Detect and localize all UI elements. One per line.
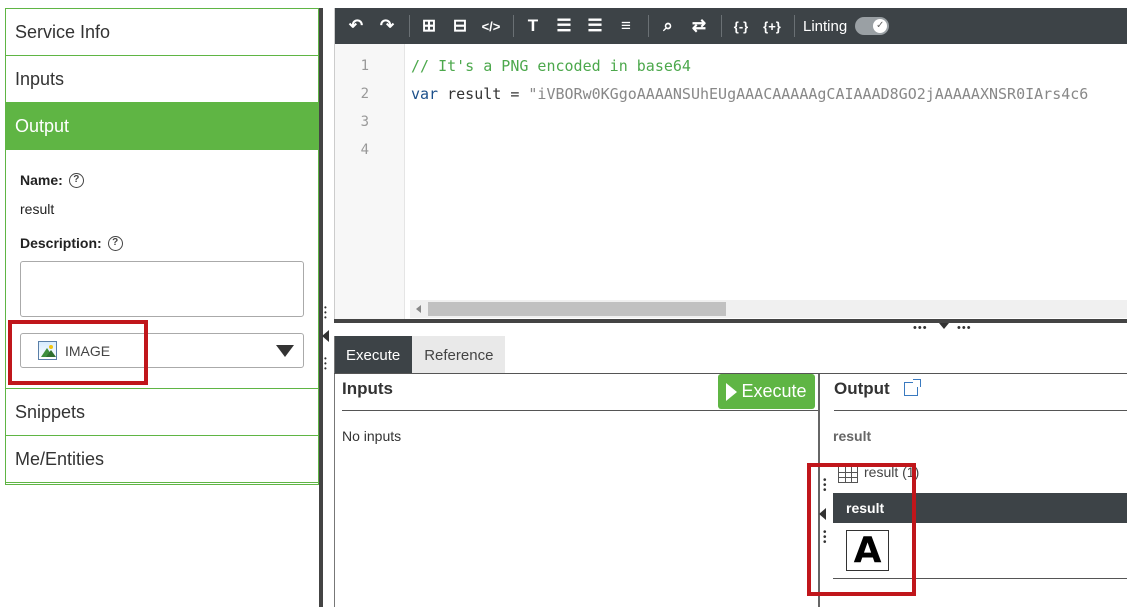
description-field-label: Description: ? (20, 235, 304, 251)
linting-toggle[interactable]: ✓ (855, 17, 890, 35)
help-icon[interactable]: ? (107, 235, 123, 251)
redo-icon[interactable]: ↷ (374, 13, 400, 39)
code-icon[interactable]: </> (478, 13, 504, 39)
play-icon (726, 382, 738, 401)
name-label-text: Name: (20, 172, 63, 188)
scrollbar-thumb[interactable] (428, 302, 726, 316)
code-variable: result = (438, 85, 529, 103)
indent-right-icon[interactable]: ☰ (582, 13, 608, 39)
replace-icon[interactable]: ⇄ (686, 13, 712, 39)
execute-inputs-panel: Inputs Execute No inputs (335, 374, 818, 607)
toolbar-divider (721, 15, 722, 37)
output-name-value[interactable]: result (20, 201, 304, 217)
output-title: Output (834, 379, 921, 399)
indent-left-icon[interactable]: ☰ (551, 13, 577, 39)
remove-comment-icon[interactable]: ⊟ (447, 13, 473, 39)
sidebar-item-service-info[interactable]: Service Info (6, 9, 318, 56)
popout-icon[interactable] (903, 379, 921, 396)
sidebar-item-me-entities[interactable]: Me/Entities (6, 436, 318, 483)
code-string: "iVBORw0KGgoAAAANSUhEUgAAACAAAAAgCAIAAAD… (528, 85, 1089, 103)
output-title-text: Output (834, 379, 890, 398)
bottom-tabs: Execute Reference (334, 336, 506, 374)
sidebar-item-output[interactable]: Output (6, 103, 318, 150)
drag-handle-icon[interactable]: ••• (913, 322, 928, 334)
code-area[interactable]: 1 2 3 4 // It's a PNG encoded in base64 … (335, 44, 1127, 320)
highlight-box (807, 463, 916, 596)
tab-execute[interactable]: Execute (334, 336, 413, 374)
code-editor: ↶ ↷ ⊞ ⊟ </> T ☰ ☰ ≡ ⌕ ⇄ {-} {+} Linting … (334, 8, 1127, 320)
line-number: 4 (360, 142, 369, 158)
inputs-title: Inputs (342, 379, 393, 398)
line-number: 1 (360, 58, 369, 74)
check-icon: ✓ (873, 19, 888, 33)
toolbar-divider (513, 15, 514, 37)
search-icon[interactable]: ⌕ (655, 13, 681, 39)
tab-reference[interactable]: Reference (412, 336, 506, 374)
align-justify-icon[interactable]: ≡ (613, 13, 639, 39)
description-label-text: Description: (20, 235, 102, 251)
line-number: 3 (360, 114, 369, 130)
app-root: Service Info Inputs Output Name: ? resul… (0, 0, 1127, 607)
undo-icon[interactable]: ↶ (343, 13, 369, 39)
toolbar-divider (648, 15, 649, 37)
highlight-box (8, 320, 148, 385)
line-gutter: 1 2 3 4 (335, 44, 405, 320)
code-keyword: var (411, 85, 439, 103)
collapse-left-icon[interactable] (322, 330, 329, 342)
text-size-icon[interactable]: T (520, 13, 546, 39)
collapse-down-icon[interactable] (939, 323, 949, 329)
horizontal-scrollbar[interactable] (410, 300, 1127, 318)
drag-handle-icon[interactable]: ••• (324, 304, 327, 322)
code-comment: // It's a PNG encoded in base64 (411, 57, 691, 75)
divider (834, 410, 1127, 411)
no-inputs-text: No inputs (342, 428, 402, 444)
help-icon[interactable]: ? (68, 172, 84, 188)
add-comment-icon[interactable]: ⊞ (416, 13, 442, 39)
name-field-label: Name: ? (20, 172, 304, 188)
chevron-down-icon (276, 345, 294, 357)
sidebar-item-inputs[interactable]: Inputs (6, 56, 318, 103)
linting-label: Linting (803, 17, 848, 35)
code-line-1: // It's a PNG encoded in base64 (411, 57, 691, 75)
drag-handle-icon[interactable]: ••• (324, 355, 327, 373)
toolbar-divider (409, 15, 410, 37)
braces-plus-icon[interactable]: {+} (759, 13, 785, 39)
sidebar-item-snippets[interactable]: Snippets (6, 389, 318, 436)
result-label: result (833, 428, 872, 444)
execute-button-label: Execute (741, 381, 807, 401)
line-number: 2 (360, 86, 369, 102)
code-line-2: var result = "iVBORw0KGgoAAAANSUhEUgAAAC… (411, 85, 1088, 103)
divider (342, 410, 818, 411)
vertical-splitter[interactable] (319, 8, 323, 607)
sidebar-panel: Service Info Inputs Output Name: ? resul… (5, 8, 319, 485)
drag-handle-icon[interactable]: ••• (957, 322, 972, 334)
execute-button[interactable]: Execute (718, 374, 815, 409)
editor-toolbar: ↶ ↷ ⊞ ⊟ </> T ☰ ☰ ≡ ⌕ ⇄ {-} {+} Linting … (335, 8, 1127, 44)
description-textarea[interactable] (20, 261, 304, 317)
horizontal-splitter[interactable] (334, 319, 1127, 323)
toolbar-divider (794, 15, 795, 37)
scroll-left-icon[interactable] (416, 305, 421, 313)
braces-icon[interactable]: {-} (728, 13, 754, 39)
